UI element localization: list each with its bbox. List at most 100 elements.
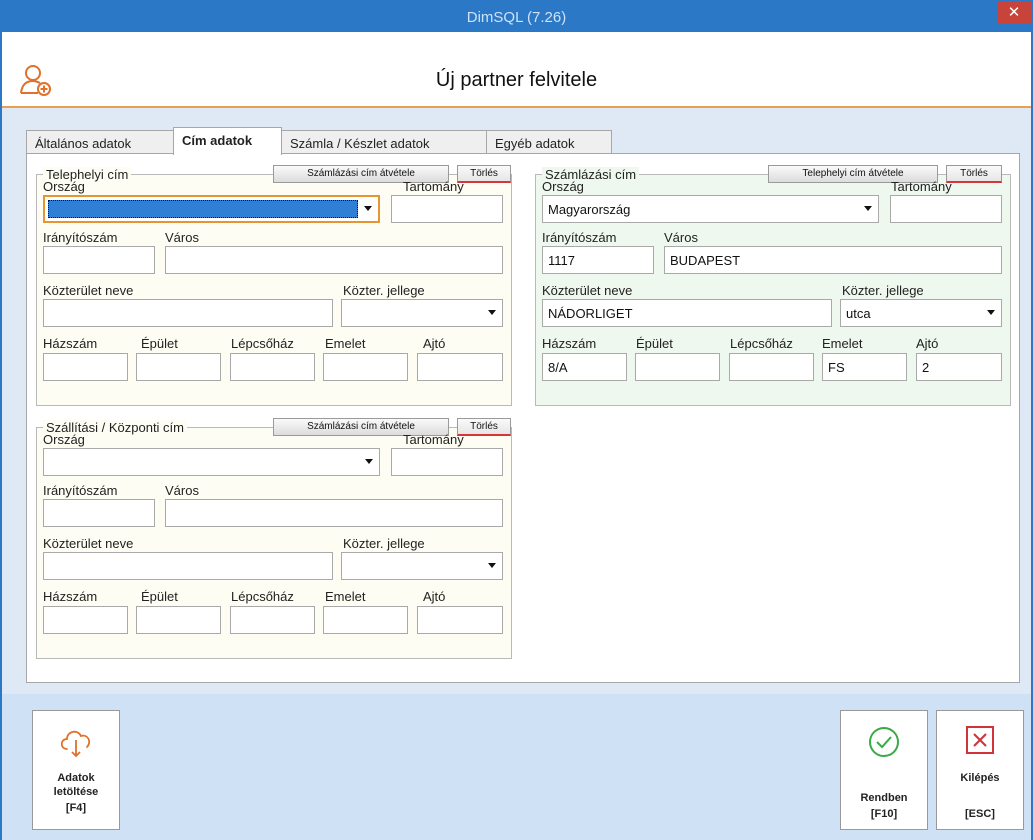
billing-building-label: Épület [636,336,673,351]
billing-address-group: Számlázási cím Telephelyi cím átvétele T… [535,165,1011,406]
billing-zip-label: Irányítószám [542,230,617,245]
download-data-button[interactable]: Adatok letöltése [F4] [32,710,120,830]
exit-shortcut: [ESC] [965,808,995,820]
site-street-label: Közterület neve [43,283,134,298]
chevron-down-icon [864,206,872,211]
shipping-street-label: Közterület neve [43,536,134,551]
site-zip-label: Irányítószám [43,230,118,245]
site-county-label: Tartomány [403,179,464,194]
billing-street-input[interactable]: NÁDORLIGET [542,299,832,327]
download-shortcut: [F4] [65,802,87,814]
site-address-group: Telephelyi cím Számlázási cím átvétele T… [36,165,512,406]
tab-invoice-stock[interactable]: Számla / Készlet adatok [281,130,487,154]
shipping-house-input[interactable] [43,606,128,634]
site-street-type-select[interactable] [341,299,503,327]
shipping-delete-button[interactable]: Törlés [457,418,511,436]
site-zip-input[interactable] [43,246,155,274]
billing-street-label: Közterület neve [542,283,633,298]
site-door-label: Ajtó [423,336,446,351]
site-house-input[interactable] [43,353,128,381]
exit-button[interactable]: Kilépés [ESC] [936,710,1024,830]
shipping-street-type-label: Közter. jellege [343,536,425,551]
tab-general[interactable]: Általános adatok [26,130,174,154]
billing-country-select[interactable]: Magyarország [542,195,879,223]
site-building-label: Épület [141,336,178,351]
billing-staircase-input[interactable] [729,353,814,381]
window-close-button[interactable]: ✕ [997,2,1031,24]
shipping-zip-input[interactable] [43,499,155,527]
chevron-down-icon [365,459,373,464]
shipping-address-group: Szállítási / Központi cím Számlázási cím… [36,418,512,659]
exit-label: Kilépés [960,772,1000,784]
billing-building-input[interactable] [635,353,720,381]
site-house-label: Házszám [43,336,98,351]
shipping-zip-label: Irányítószám [43,483,118,498]
selection-highlight [48,200,358,218]
ok-shortcut: [F10] [870,808,898,820]
shipping-door-input[interactable] [417,606,503,634]
billing-floor-input[interactable]: FS [822,353,907,381]
billing-country-value: Magyarország [548,202,631,217]
billing-door-input[interactable]: 2 [916,353,1002,381]
site-delete-button[interactable]: Törlés [457,165,511,183]
billing-door-label: Ajtó [916,336,939,351]
ok-button[interactable]: Rendben [F10] [840,710,928,830]
chevron-down-icon [488,310,496,315]
shipping-county-label: Tartomány [403,432,464,447]
site-staircase-input[interactable] [230,353,315,381]
site-building-input[interactable] [136,353,221,381]
shipping-house-label: Házszám [43,589,98,604]
billing-zip-input[interactable]: 1117 [542,246,654,274]
site-county-input[interactable] [391,195,503,223]
dialog-body: Általános adatok Cím adatok Számla / Kés… [2,108,1031,694]
address-tab-panel: Telephelyi cím Számlázási cím átvétele T… [26,153,1020,683]
check-circle-icon [869,727,899,757]
site-city-input[interactable] [165,246,503,274]
site-country-label: Ország [43,179,85,194]
billing-city-label: Város [664,230,698,245]
dialog-title: Új partner felvitele [435,69,598,91]
cloud-download-icon [60,730,91,758]
shipping-country-select[interactable] [43,448,380,476]
shipping-country-label: Ország [43,432,85,447]
tab-other[interactable]: Egyéb adatok [486,130,612,154]
billing-street-type-select[interactable]: utca [840,299,1002,327]
site-city-label: Város [165,230,199,245]
shipping-street-type-select[interactable] [341,552,503,580]
tab-address[interactable]: Cím adatok [173,127,282,155]
chevron-down-icon [987,310,995,315]
billing-house-input[interactable]: 8/A [542,353,627,381]
chevron-down-icon [488,563,496,568]
shipping-street-input[interactable] [43,552,333,580]
billing-county-input[interactable] [890,195,1002,223]
close-box-icon [966,726,994,754]
download-label-line2: letöltése [53,786,99,798]
site-street-type-label: Közter. jellege [343,283,425,298]
site-floor-input[interactable] [323,353,408,381]
billing-street-type-value: utca [846,306,871,321]
shipping-building-input[interactable] [136,606,221,634]
app-window: DimSQL (7.26) ✕ Új partner felvitele Ált… [0,0,1033,840]
billing-house-label: Házszám [542,336,597,351]
site-country-select[interactable] [43,195,380,223]
billing-floor-label: Emelet [822,336,863,351]
billing-delete-button[interactable]: Törlés [946,165,1002,183]
dialog-header: Új partner felvitele [2,32,1031,106]
billing-country-label: Ország [542,179,584,194]
shipping-door-label: Ajtó [423,589,446,604]
title-bar: DimSQL (7.26) ✕ [2,2,1031,32]
shipping-floor-label: Emelet [325,589,366,604]
shipping-floor-input[interactable] [323,606,408,634]
shipping-county-input[interactable] [391,448,503,476]
shipping-city-label: Város [165,483,199,498]
shipping-staircase-input[interactable] [230,606,315,634]
site-street-input[interactable] [43,299,333,327]
shipping-staircase-label: Lépcsőház [231,589,294,604]
billing-county-label: Tartomány [891,179,952,194]
site-door-input[interactable] [417,353,503,381]
site-staircase-label: Lépcsőház [231,336,294,351]
billing-city-input[interactable]: BUDAPEST [664,246,1002,274]
ok-label: Rendben [860,792,908,804]
billing-street-type-label: Közter. jellege [842,283,924,298]
shipping-city-input[interactable] [165,499,503,527]
